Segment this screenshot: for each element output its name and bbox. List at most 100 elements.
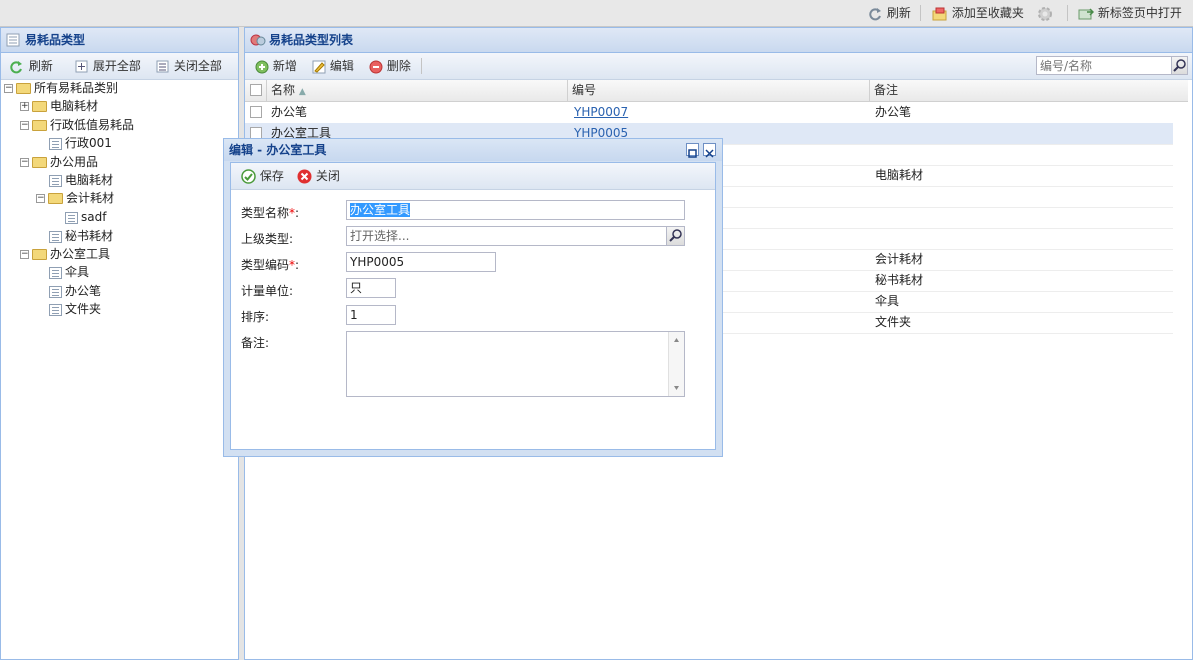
select-all-checkbox[interactable]	[250, 84, 262, 96]
tree-panel-icon	[6, 33, 20, 47]
leaf-node-icon	[49, 174, 62, 187]
leaf-node-icon	[49, 230, 62, 243]
edit-button[interactable]: 编辑	[312, 57, 354, 75]
collapse-toggle-icon[interactable]: −	[20, 250, 29, 259]
tree-node-root[interactable]: − 所有易耗品类别	[4, 79, 118, 97]
unit-input[interactable]: 只	[346, 278, 396, 298]
type-code-input[interactable]: YHP0005	[346, 252, 496, 272]
collapse-toggle-icon[interactable]: −	[20, 121, 29, 130]
tree-node-label: 所有易耗品类别	[34, 81, 119, 95]
collapse-toggle-icon[interactable]: −	[4, 84, 13, 93]
dialog-title: 编辑 - 办公室工具	[229, 143, 327, 157]
tree-toolbar: 刷新 展开全部 关闭全部	[1, 53, 238, 80]
sort-input[interactable]: 1	[346, 305, 396, 325]
add-favorite-button[interactable]: 添加至收藏夹	[932, 4, 1024, 22]
column-header-name[interactable]: 名称 ▲	[267, 80, 568, 101]
expand-toggle-icon[interactable]: +	[20, 102, 29, 111]
settings-button[interactable]	[1037, 4, 1053, 22]
cell-remark	[875, 207, 1171, 228]
refresh-icon	[10, 60, 22, 73]
search-button[interactable]	[1171, 56, 1188, 75]
edit-icon	[312, 60, 326, 73]
cell-remark	[875, 144, 1171, 165]
type-name-label-text: 类型名称	[241, 206, 290, 220]
tree-node-label: 会计耗材	[66, 191, 115, 205]
column-header-code[interactable]: 编号	[568, 80, 870, 101]
save-check-icon	[241, 169, 256, 184]
cell-code-link[interactable]: YHP0007	[574, 102, 870, 123]
tree-node-folder[interactable]: 文件夹	[49, 300, 101, 318]
unit-label: 计量单位:	[241, 284, 294, 298]
dialog-body: 保存 关闭 类型名称*: 办公室工具 上级类型: 打开选择... 类型编码*: …	[230, 162, 716, 450]
tree-node-label: 秘书耗材	[65, 229, 114, 243]
type-name-label: 类型名称*:	[241, 204, 299, 221]
table-row[interactable]: 办公笔 YHP0007 办公笔	[245, 102, 1173, 124]
tree-node-computer-supplies[interactable]: + 电脑耗材	[20, 97, 98, 115]
favorite-folder-icon	[932, 7, 947, 20]
add-favorite-label: 添加至收藏夹	[951, 6, 1024, 20]
remark-textarea[interactable]	[346, 331, 685, 397]
sort-label: 排序:	[241, 310, 270, 324]
collapse-all-button[interactable]: 关闭全部	[156, 57, 222, 75]
close-label: 关闭	[315, 169, 340, 183]
row-checkbox[interactable]	[250, 106, 262, 118]
column-header-remark[interactable]: 备注	[870, 80, 1173, 101]
search-icon	[669, 229, 682, 242]
parent-type-placeholder: 打开选择...	[350, 229, 410, 243]
delete-icon	[369, 60, 383, 73]
tree-node-label: 行政低值易耗品	[50, 118, 135, 132]
parent-type-picker[interactable]: 打开选择...	[346, 226, 685, 246]
save-button[interactable]: 保存	[241, 167, 284, 185]
open-new-tab-button[interactable]: 新标签页中打开	[1078, 4, 1182, 22]
maximize-button[interactable]	[686, 143, 699, 158]
tree-node-accounting-supplies[interactable]: − 会计耗材	[36, 189, 114, 207]
list-panel-title: 易耗品类型列表	[269, 33, 354, 47]
remark-scrollbar[interactable]	[668, 332, 684, 396]
search-input[interactable]	[1036, 56, 1173, 75]
close-button[interactable]: 关闭	[297, 167, 340, 185]
collapse-toggle-icon[interactable]: −	[36, 194, 45, 203]
tree-node-sadf[interactable]: sadf	[65, 208, 106, 226]
tree-refresh-button[interactable]: 刷新	[9, 57, 53, 75]
divider	[421, 58, 422, 74]
tree-node-office-supplies[interactable]: − 办公用品	[20, 153, 98, 171]
tree-node-label: 文件夹	[65, 302, 102, 316]
edit-dialog: 编辑 - 办公室工具 保存 关闭 类型名称*: 办公室工具 上级类型: 打开选择…	[223, 138, 723, 457]
select-all-cell[interactable]	[245, 80, 267, 101]
scroll-arrows-icon	[674, 338, 679, 390]
expand-all-button[interactable]: 展开全部	[75, 57, 141, 75]
tree-node-secretary-supplies[interactable]: 秘书耗材	[49, 227, 113, 245]
collapse-toggle-icon[interactable]: −	[20, 158, 29, 167]
type-name-value: 办公室工具	[350, 203, 411, 217]
folder-open-icon	[32, 120, 47, 131]
delete-label: 删除	[386, 59, 411, 73]
cell-remark: 文件夹	[875, 315, 912, 329]
dialog-close-button[interactable]	[703, 143, 716, 158]
tree-node-label: 办公笔	[65, 284, 102, 298]
tree-node-pen[interactable]: 办公笔	[49, 282, 101, 300]
close-circle-icon	[297, 169, 312, 184]
type-name-input[interactable]: 办公室工具	[346, 200, 685, 220]
label-colon: :	[295, 206, 300, 220]
top-refresh-label: 刷新	[886, 6, 911, 20]
collapse-all-label: 关闭全部	[173, 59, 222, 73]
add-label: 新增	[272, 59, 297, 73]
parent-type-search-button[interactable]	[666, 227, 684, 245]
tree-node-umbrella[interactable]: 伞具	[49, 263, 89, 281]
leaf-node-icon	[49, 137, 62, 150]
remark-label: 备注:	[241, 336, 270, 350]
add-icon	[255, 60, 269, 73]
tree-node-office-tools[interactable]: − 办公室工具	[20, 245, 110, 263]
tree-node-computer-supplies-2[interactable]: 电脑耗材	[49, 171, 113, 189]
parent-type-label: 上级类型:	[241, 232, 294, 246]
tree-node-label: sadf	[81, 210, 107, 224]
add-button[interactable]: 新增	[255, 57, 297, 75]
cell-remark: 电脑耗材	[875, 168, 924, 182]
tree-node-admin-consumables[interactable]: − 行政低值易耗品	[20, 116, 134, 134]
dialog-toolbar: 保存 关闭	[231, 163, 715, 190]
list-panel-header: 易耗品类型列表	[245, 28, 1192, 53]
tree-node-admin001[interactable]: 行政001	[49, 134, 112, 152]
delete-button[interactable]: 删除	[369, 57, 411, 75]
top-refresh-button[interactable]: 刷新	[869, 4, 911, 22]
new-tab-icon	[1078, 7, 1094, 19]
